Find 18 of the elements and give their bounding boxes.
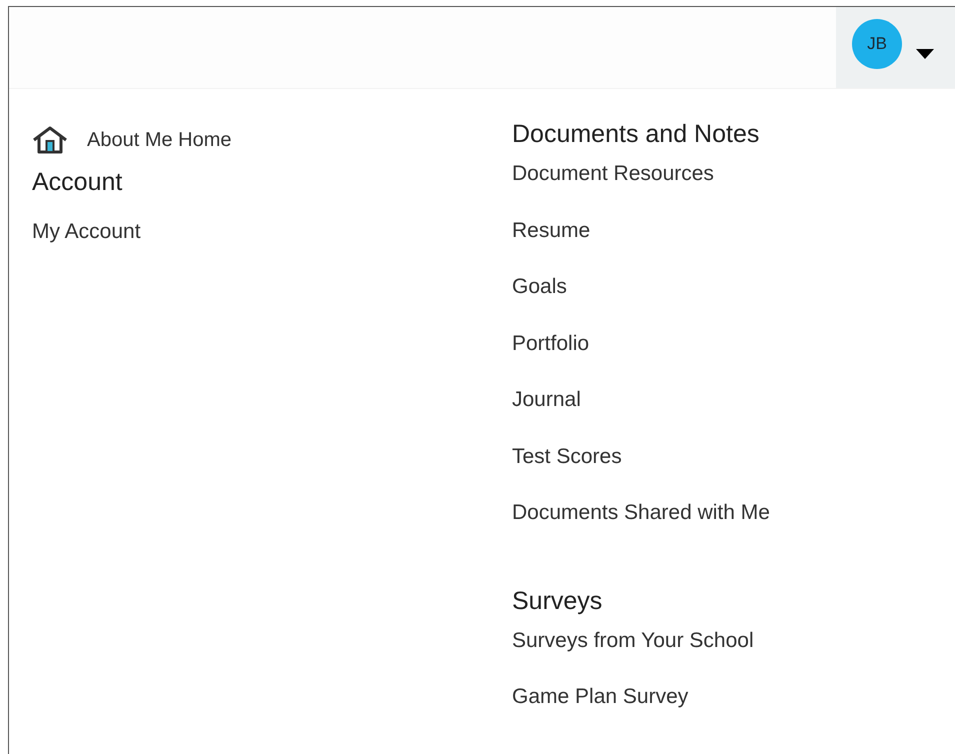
user-menu-button[interactable]: JB (836, 7, 955, 88)
caret-icon (916, 48, 934, 58)
menu-link[interactable]: Game Plan Survey (512, 686, 688, 708)
menu-link[interactable]: Portfolio (512, 332, 590, 354)
menu-link[interactable]: Surveys from Your School (512, 630, 754, 652)
menu-link[interactable]: Documents Shared with Me (512, 502, 770, 524)
menu-link[interactable]: Test Scores (512, 446, 622, 468)
menu-link[interactable]: Goals (512, 276, 567, 298)
section-heading: Documents and Notes (512, 119, 760, 149)
user-avatar: JB (852, 18, 902, 68)
section-heading: Surveys (512, 586, 602, 616)
menu-link[interactable]: Document Resources (512, 163, 714, 185)
menu-link[interactable]: Journal (512, 389, 581, 411)
home-link[interactable]: About Me Home (32, 125, 512, 155)
menu-link[interactable]: My Account (32, 221, 141, 243)
menu-link[interactable]: Resume (512, 220, 590, 242)
home-icon (32, 126, 68, 154)
section-heading: Account (32, 167, 122, 197)
